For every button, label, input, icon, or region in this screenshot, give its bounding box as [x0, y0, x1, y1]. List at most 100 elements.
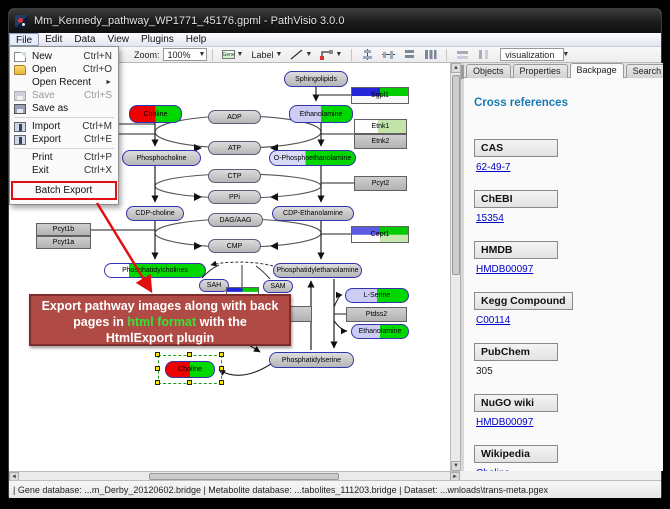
no-icon	[14, 166, 26, 176]
save-as-icon	[14, 104, 26, 114]
menu-plugins[interactable]: Plugins	[135, 33, 180, 46]
stack-horizontal-button[interactable]	[421, 48, 440, 62]
file-menu-item-export[interactable]: Export Ctrl+E	[10, 133, 118, 146]
cmp-node[interactable]: CMP	[208, 239, 261, 253]
selection-handle[interactable]	[219, 352, 224, 357]
menu-shortcut: Ctrl+E	[84, 134, 112, 145]
datanode-button[interactable]: Gene▼	[219, 48, 247, 62]
file-menu-item-save-as[interactable]: Save as	[10, 102, 118, 115]
tab-objects[interactable]: Objects	[466, 64, 511, 78]
menu-item-label: Print	[32, 152, 76, 163]
phosphatidylethanolamine-node[interactable]: Phosphatidylethanolamine	[273, 263, 362, 278]
file-menu-item-batch-export[interactable]: Batch Export	[13, 184, 115, 197]
file-menu-item-open[interactable]: OpenCtrl+O	[10, 63, 118, 76]
ctp-node[interactable]: CTP	[208, 169, 261, 183]
crossref-group-hmdb: HMDBHMDB00097	[474, 241, 653, 275]
ptdss2-node[interactable]: Ptdss2	[346, 307, 407, 322]
menu-file[interactable]: File	[9, 33, 39, 46]
selection-handle[interactable]	[187, 352, 192, 357]
tab-search[interactable]: Search	[626, 64, 663, 78]
ppi-node[interactable]: PPi	[208, 190, 261, 204]
ethanolamine-node[interactable]: Ethanolamine	[289, 105, 353, 123]
o-phosphoethanolamine-node[interactable]: O-Phosphoethanolamine	[269, 150, 356, 166]
file-menu-item-save[interactable]: SaveCtrl+S	[10, 89, 118, 102]
connector-tool-button[interactable]: ▼	[317, 48, 345, 62]
menu-edit[interactable]: Edit	[39, 33, 68, 46]
crossref-link[interactable]: C00114	[476, 315, 510, 326]
menu-help[interactable]: Help	[180, 33, 213, 46]
choline-node[interactable]: Choline	[129, 105, 182, 123]
etnk1-node[interactable]: Etnk1	[354, 119, 407, 134]
no-icon	[17, 186, 29, 196]
selection-handle[interactable]	[219, 366, 224, 371]
menu-shortcut: Ctrl+O	[83, 64, 112, 75]
selection-handle[interactable]	[219, 380, 224, 385]
stack-vertical-button[interactable]	[400, 48, 419, 62]
dag-aag-node[interactable]: DAG/AAG	[208, 213, 263, 227]
common-height-button[interactable]	[474, 48, 493, 62]
menu-data[interactable]: Data	[68, 33, 101, 46]
app-icon	[15, 15, 28, 28]
tab-properties[interactable]: Properties	[513, 64, 568, 78]
etnk2-node[interactable]: Etnk2	[354, 134, 407, 149]
file-menu-item-import[interactable]: ImportCtrl+M	[10, 120, 118, 133]
stack-horizontal-icon	[424, 49, 437, 60]
file-menu-item-new[interactable]: NewCtrl+N	[10, 50, 118, 63]
crossref-link[interactable]: Choline	[476, 468, 510, 471]
label-button[interactable]: Label▼	[248, 48, 285, 62]
align-center-x-button[interactable]	[358, 48, 377, 62]
atp-node[interactable]: ATP	[208, 141, 261, 155]
common-width-button[interactable]	[453, 48, 472, 62]
crossref-link[interactable]: 15354	[476, 213, 504, 224]
zoom-combo[interactable]: 100%▼	[163, 48, 207, 61]
visualization-combo[interactable]: visualization▼	[500, 48, 564, 61]
crossref-link[interactable]: HMDB00097	[476, 417, 533, 428]
window-title: Mm_Kennedy_pathway_WP1771_45176.gpml - P…	[34, 15, 344, 27]
title-bar[interactable]: Mm_Kennedy_pathway_WP1771_45176.gpml - P…	[9, 9, 661, 33]
menu-shortcut: Ctrl+S	[84, 90, 112, 101]
pcyt1b-node[interactable]: Pcyt1b	[36, 223, 91, 236]
sam-node[interactable]: SAM	[263, 280, 293, 293]
vertical-scrollbar[interactable]: ▲ ▼	[450, 63, 460, 471]
menu-item-label: New	[32, 51, 75, 62]
html-format-highlight: html format	[127, 315, 196, 329]
menu-view[interactable]: View	[101, 33, 135, 46]
sgpl1-node[interactable]: Sgpl1	[351, 87, 409, 104]
crossref-link[interactable]: 62-49-7	[476, 162, 510, 173]
batch-export-highlight-box: Batch Export	[11, 181, 117, 200]
menu-shortcut: Ctrl+P	[84, 152, 112, 163]
phosphatidylserine-node[interactable]: Phosphatidylserine	[269, 352, 354, 368]
pcyt1a-node[interactable]: Pcyt1a	[36, 236, 91, 249]
align-center-y-button[interactable]	[379, 48, 398, 62]
align-center-y-icon	[382, 49, 395, 60]
selection-handle[interactable]	[155, 352, 160, 357]
l-serine-node[interactable]: L-Serine	[345, 288, 409, 303]
ethanolamine-2-node[interactable]: Ethanolamine	[351, 324, 409, 339]
cdp-choline-node[interactable]: CDP-choline	[126, 206, 184, 221]
line-tool-button[interactable]: ▼	[287, 48, 315, 62]
vertical-scroll-thumb[interactable]	[452, 75, 460, 275]
menu-item-label: Export	[32, 134, 76, 145]
adp-node[interactable]: ADP	[208, 110, 261, 124]
phosphatidylcholines-node[interactable]: Phosphatidylcholines	[104, 263, 206, 278]
crossref-link[interactable]: HMDB00097	[476, 264, 533, 275]
selection-handle[interactable]	[187, 380, 192, 385]
selection-handle[interactable]	[155, 366, 160, 371]
cdp-ethanolamine-node[interactable]: CDP-Ethanolamine	[272, 206, 354, 221]
horizontal-scroll-thumb[interactable]	[149, 473, 339, 480]
sphingolipids-node[interactable]: Sphingolipids	[284, 71, 348, 87]
phosphocholine-node[interactable]: Phosphocholine	[122, 150, 201, 166]
file-menu-item-open-recent[interactable]: Open Recent►	[10, 76, 118, 89]
file-menu-item-exit[interactable]: ExitCtrl+X	[10, 164, 118, 177]
submenu-arrow-icon: ►	[105, 79, 112, 86]
crossref-group-kegg-compound: Kegg CompoundC00114	[474, 292, 653, 326]
selection-handle[interactable]	[155, 380, 160, 385]
crossreferences-heading: Cross references	[474, 97, 653, 109]
cept1-node[interactable]: Cept1	[351, 226, 409, 243]
status-text: | Gene database: ...m_Derby_20120602.bri…	[13, 485, 548, 495]
tab-backpage[interactable]: Backpage	[570, 63, 624, 78]
horizontal-scrollbar[interactable]: ◄ ►	[9, 471, 460, 480]
pcyt2-node[interactable]: Pcyt2	[354, 176, 407, 191]
file-menu-item-print[interactable]: Print Ctrl+P	[10, 151, 118, 164]
sah-node[interactable]: SAH	[199, 279, 229, 292]
